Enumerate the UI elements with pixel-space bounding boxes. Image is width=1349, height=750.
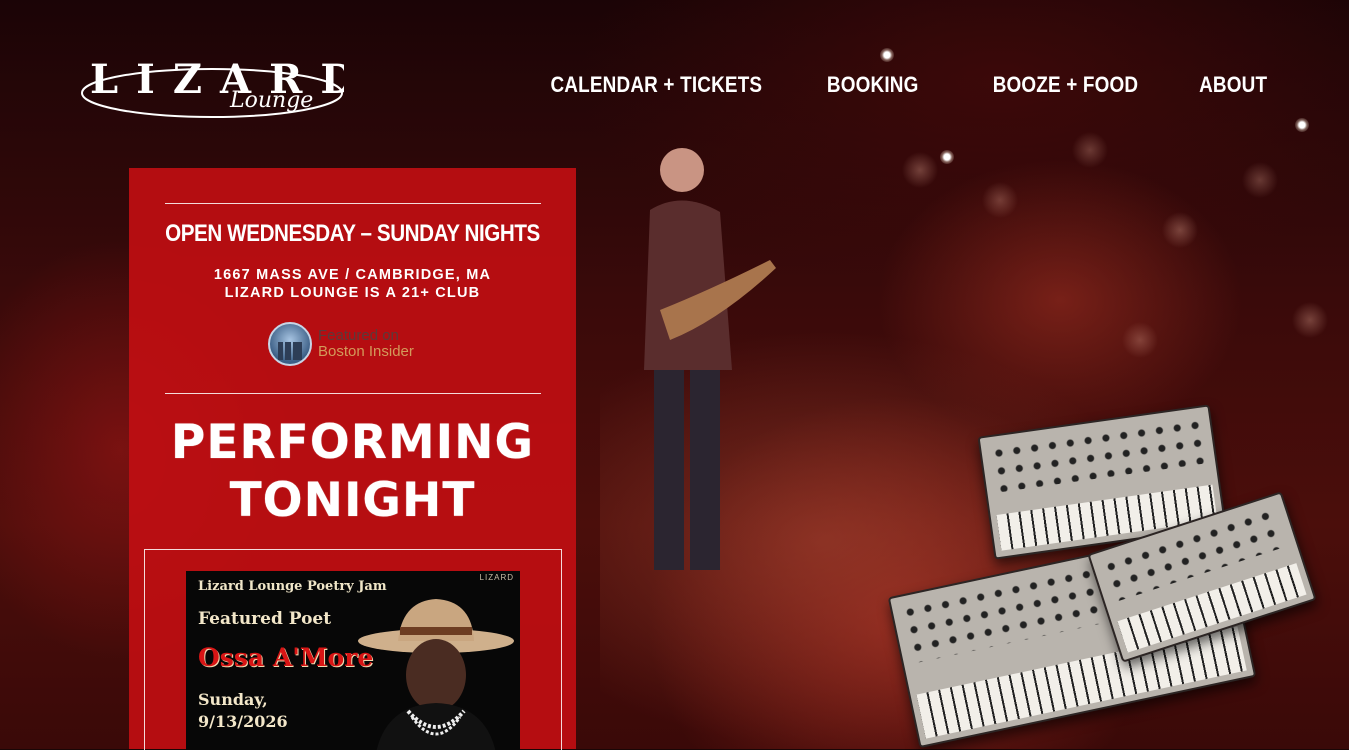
lizard-lounge-logo[interactable]: LIZARD Lounge <box>80 55 355 121</box>
info-panel: OPEN WEDNESDAY – SUNDAY NIGHTS 1667 MASS… <box>129 168 576 750</box>
heading-line: TONIGHT <box>229 473 476 528</box>
nav-booking[interactable]: BOOKING <box>827 72 919 98</box>
opening-hours: OPEN WEDNESDAY – SUNDAY NIGHTS <box>165 220 540 247</box>
poster-day: Sunday, <box>198 690 268 709</box>
heading-line: PERFORMING <box>170 415 535 470</box>
poet-portrait <box>358 599 514 750</box>
nav-calendar-tickets[interactable]: CALENDAR + TICKETS <box>550 72 762 98</box>
event-poster[interactable]: Lizard Lounge Poetry Jam LIZARD Featured… <box>186 571 520 750</box>
poster-date-value: 9/13/2026 <box>198 712 288 731</box>
divider <box>165 393 541 394</box>
ceiling-light <box>940 150 954 164</box>
poster-date: Sunday, 9/13/2026 <box>198 689 288 733</box>
event-card: Lizard Lounge Poetry Jam LIZARD Featured… <box>144 549 562 750</box>
badge-source-label: Boston Insider <box>318 343 414 360</box>
address-line: 1667 MASS AVE / CAMBRIDGE, MA <box>213 267 492 283</box>
nav-about[interactable]: ABOUT <box>1199 72 1267 98</box>
poster-feature-label: Featured Poet <box>198 609 332 629</box>
city-skyline-icon <box>268 322 312 366</box>
boston-insider-badge[interactable]: Featured on Boston Insider <box>268 322 414 366</box>
divider <box>165 203 541 204</box>
poster-brand: LIZARD <box>479 573 514 582</box>
ceiling-light <box>1295 118 1309 132</box>
logo-script: Lounge <box>229 88 313 113</box>
address-block: 1667 MASS AVE / CAMBRIDGE, MA LIZARD LOU… <box>129 266 576 302</box>
ceiling-light <box>880 48 894 62</box>
badge-featured-label: Featured on <box>318 327 399 344</box>
main-nav: CALENDAR + TICKETS BOOKING BOOZE + FOOD … <box>516 72 1267 98</box>
age-notice: LIZARD LOUNGE IS A 21+ CLUB <box>224 285 481 301</box>
guitarist-figure <box>644 148 776 570</box>
poster-title: Lizard Lounge Poetry Jam <box>198 579 387 594</box>
performing-tonight-heading: PERFORMING TONIGHT <box>129 414 576 530</box>
nav-booze-food[interactable]: BOOZE + FOOD <box>992 72 1138 98</box>
